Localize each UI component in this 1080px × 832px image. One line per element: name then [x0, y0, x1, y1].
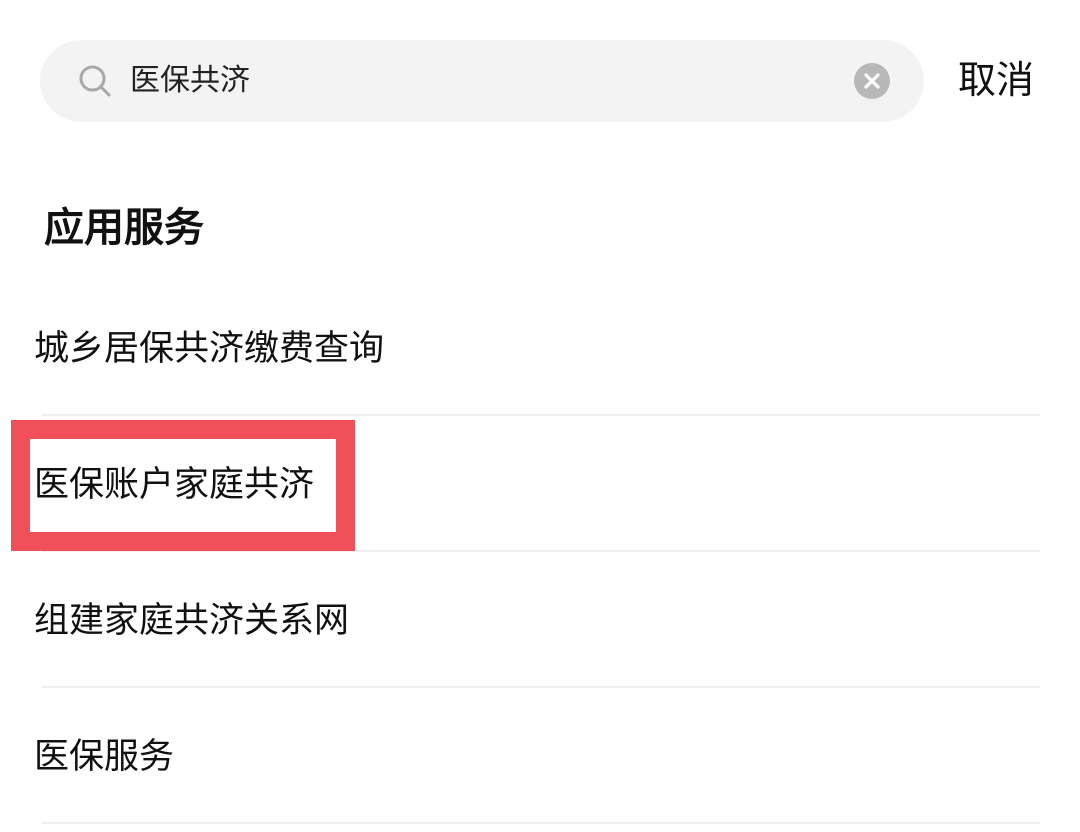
clear-icon — [864, 73, 880, 89]
result-item-label: 医保服务 — [34, 737, 175, 777]
section-title: 应用服务 — [44, 205, 204, 251]
result-item-family-sharing-account[interactable]: 医保账户家庭共济 — [0, 416, 1080, 552]
search-bar[interactable] — [40, 40, 924, 122]
cancel-button[interactable]: 取消 — [958, 54, 1034, 106]
clear-search-button[interactable] — [854, 63, 890, 99]
search-icon — [79, 65, 111, 97]
result-item-label: 城乡居保共济缴费查询 — [34, 329, 385, 369]
result-item-urban-rural-payment-query[interactable]: 城乡居保共济缴费查询 — [0, 280, 1080, 416]
search-input[interactable] — [130, 58, 830, 104]
list-divider — [42, 822, 1040, 824]
result-item-label: 医保账户家庭共济 — [34, 465, 315, 505]
result-item-family-network[interactable]: 组建家庭共济关系网 — [0, 552, 1080, 688]
result-item-medical-insurance-service[interactable]: 医保服务 — [0, 688, 1080, 824]
result-item-label: 组建家庭共济关系网 — [34, 601, 350, 641]
